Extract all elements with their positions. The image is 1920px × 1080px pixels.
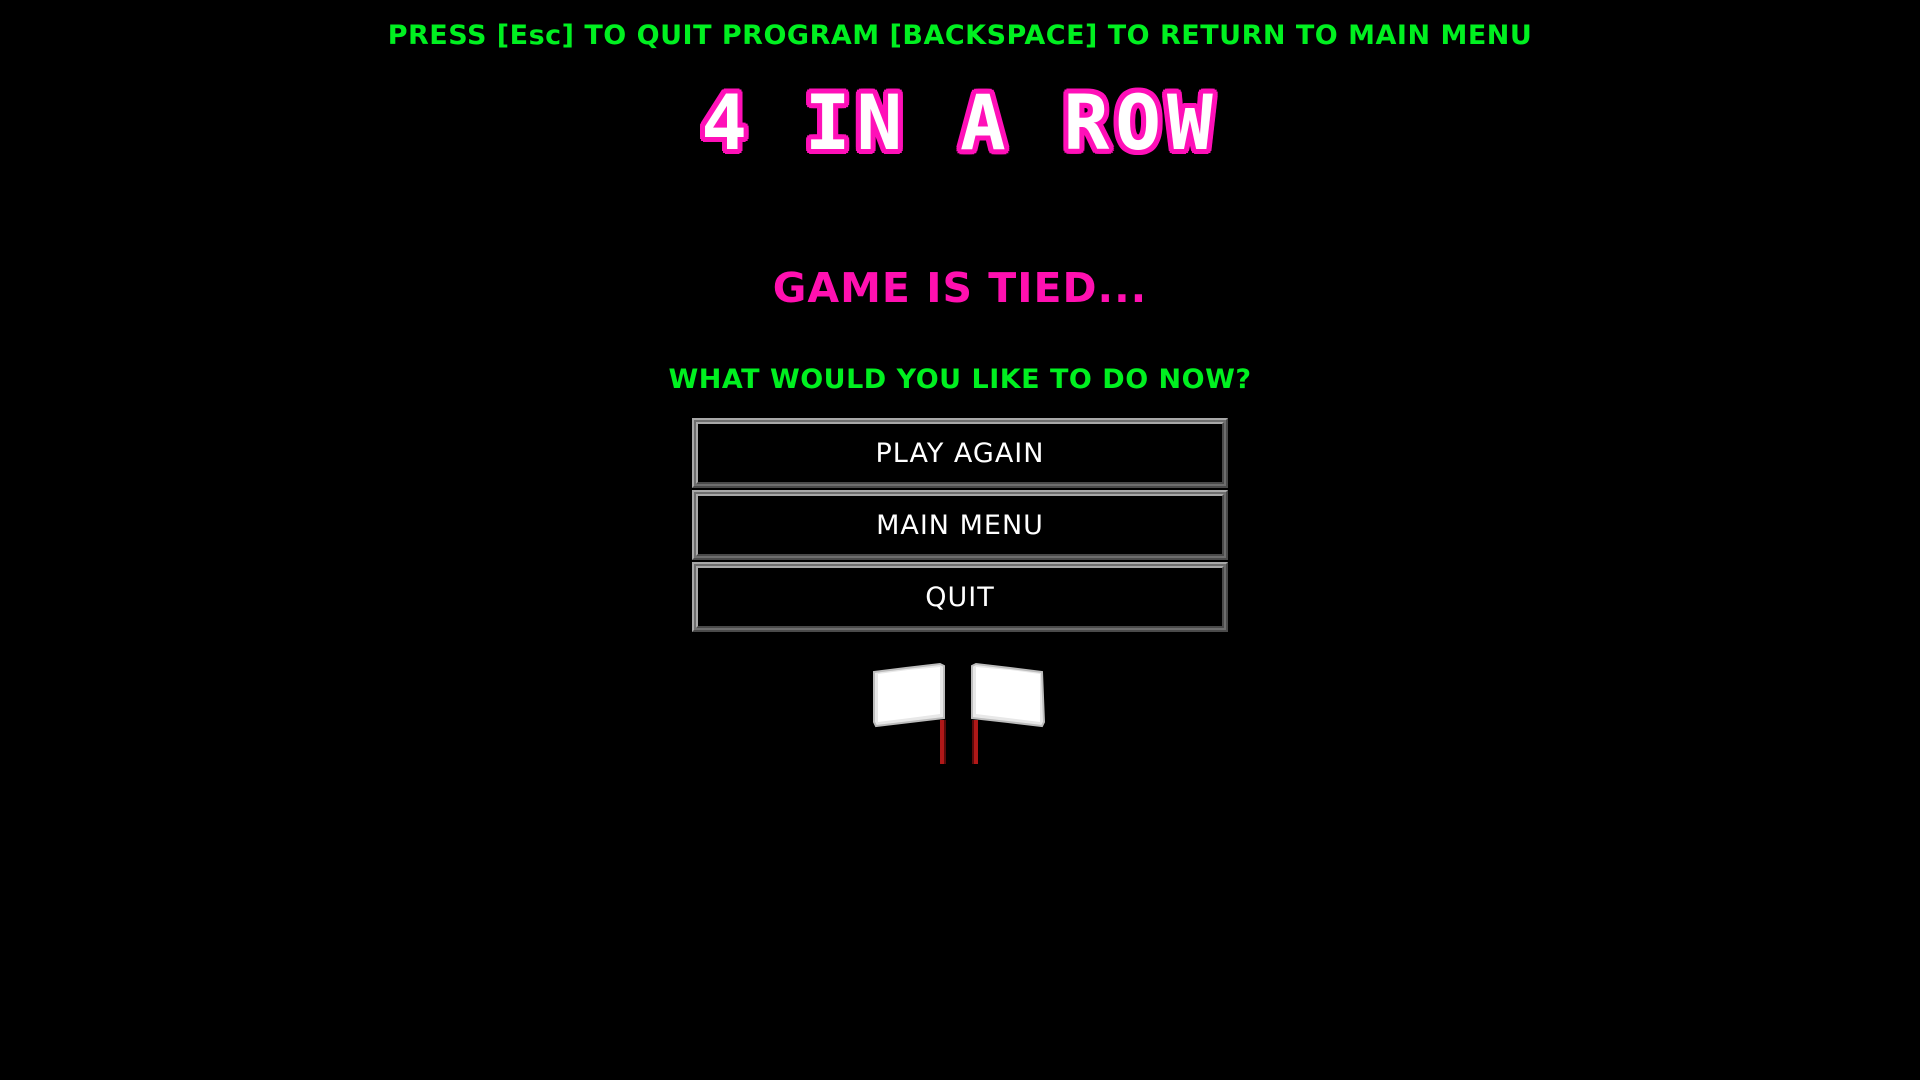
game-status-message: GAME IS TIED... xyxy=(772,264,1148,312)
game-over-screen: PRESS [Esc] TO QUIT PROGRAM [BACKSPACE] … xyxy=(0,0,1920,1080)
play-again-button[interactable]: PLAY AGAIN xyxy=(692,418,1228,488)
right-white-flag-icon xyxy=(971,662,1046,764)
keyboard-hint: PRESS [Esc] TO QUIT PROGRAM [BACKSPACE] … xyxy=(387,20,1533,51)
next-action-prompt: WHAT WOULD YOU LIKE TO DO NOW? xyxy=(668,364,1252,395)
game-over-menu: PLAY AGAIN MAIN MENU QUIT xyxy=(692,418,1228,634)
game-title: 4 IN A ROW xyxy=(701,78,1219,167)
quit-button[interactable]: QUIT xyxy=(692,562,1228,632)
left-white-flag-icon xyxy=(873,662,946,764)
white-flags-icon xyxy=(870,660,1050,770)
main-menu-button[interactable]: MAIN MENU xyxy=(692,490,1228,560)
